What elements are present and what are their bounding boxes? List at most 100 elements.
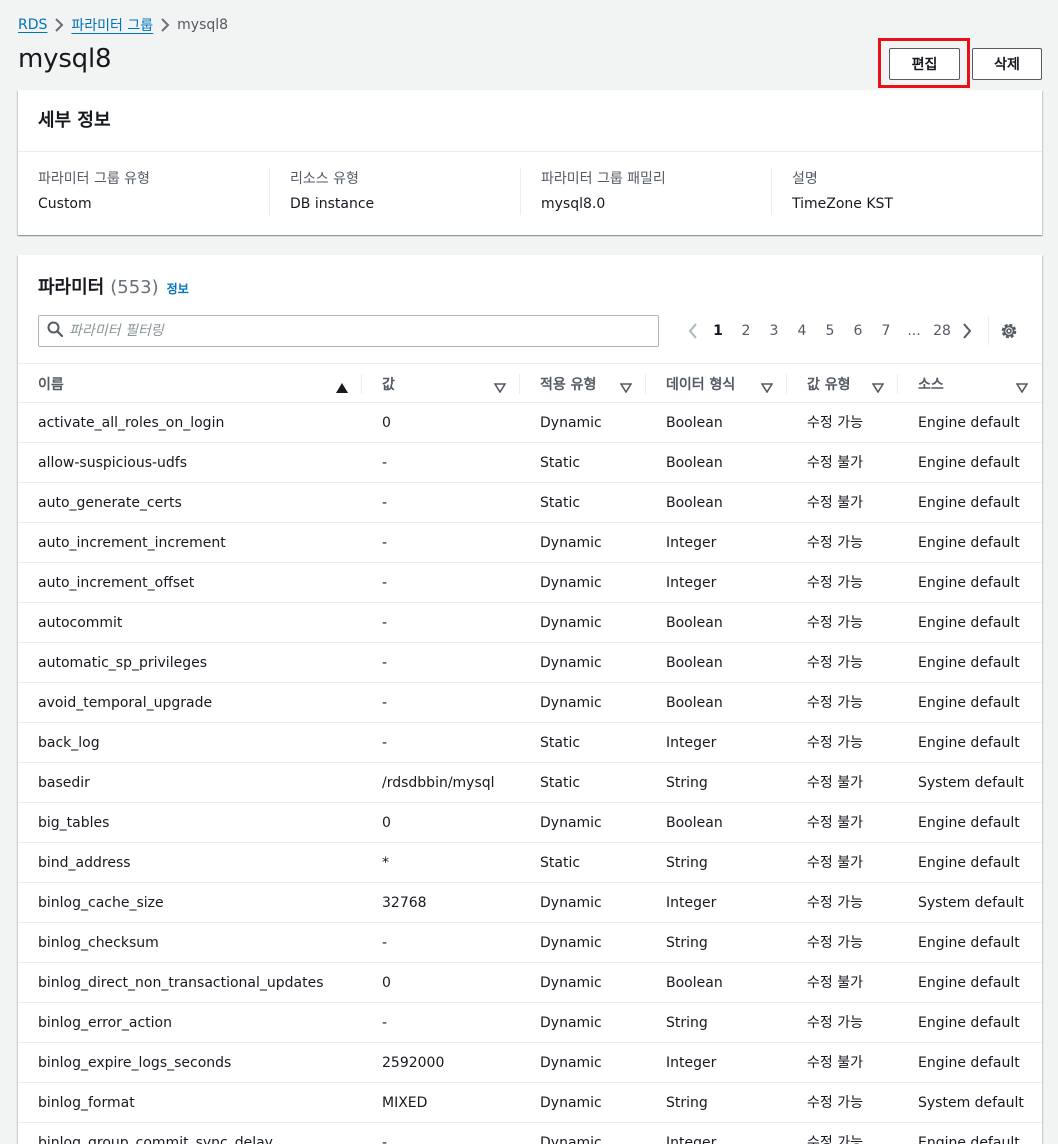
cell-value-type: 수정 가능 — [807, 1135, 863, 1144]
cell-value-type: 수정 불가 — [807, 455, 863, 471]
cell-apply-type: Dynamic — [540, 895, 602, 911]
page-2[interactable]: 2 — [732, 323, 760, 339]
table-header: 이름 값 적용 유형 데이터 형식 값 유형 소스 — [18, 363, 1042, 403]
cell-source: Engine default — [918, 735, 1020, 751]
column-header-data-type[interactable]: 데이터 형식 — [666, 364, 735, 404]
page-title: mysql8 — [18, 44, 112, 74]
cell-value-type: 수정 가능 — [807, 1095, 863, 1111]
cell-name: binlog_expire_logs_seconds — [38, 1055, 232, 1071]
page-6[interactable]: 6 — [844, 323, 872, 339]
table-row[interactable]: avoid_temporal_upgrade - Dynamic Boolean 수정 … — [18, 683, 1042, 723]
breadcrumb-link-parameter-groups[interactable]: 파라미터 그룹 — [71, 15, 153, 35]
cell-name: binlog_error_action — [38, 1015, 172, 1031]
table-row[interactable]: auto_increment_increment - Dynamic Integer 수… — [18, 523, 1042, 563]
table-row[interactable]: allow-suspicious-udfs - Static Boolean 수정 불가… — [18, 443, 1042, 483]
table-row[interactable]: binlog_group_commit_sync_delay - Dynamic In… — [18, 1123, 1042, 1144]
cell-apply-type: Static — [540, 455, 581, 471]
cell-value-type: 수정 가능 — [807, 935, 863, 951]
cell-value-type: 수정 가능 — [807, 895, 863, 911]
chevron-right-icon — [153, 14, 177, 36]
info-link[interactable]: 정보 — [167, 280, 189, 297]
sort-caret-down-icon[interactable] — [760, 378, 774, 397]
delete-button[interactable]: 삭제 — [972, 48, 1042, 80]
previous-page-icon[interactable] — [682, 315, 704, 347]
column-divider — [786, 374, 787, 394]
cell-data-type: Integer — [666, 1135, 717, 1144]
table-row[interactable]: basedir/rdsdbbin/mysql Static String 수정 불가 S… — [18, 763, 1042, 803]
cell-source: Engine default — [918, 975, 1020, 991]
gear-icon[interactable] — [999, 321, 1019, 341]
detail-label: 설명 — [791, 171, 818, 187]
cell-name: binlog_checksum — [38, 935, 159, 951]
column-header-apply-type[interactable]: 적용 유형 — [540, 364, 596, 404]
cell-value: * — [382, 855, 389, 871]
column-divider — [361, 374, 362, 394]
cell-source: Engine default — [918, 495, 1020, 511]
cell-name: binlog_direct_non_transactional_updates — [38, 975, 324, 991]
cell-apply-type: Dynamic — [540, 1095, 602, 1111]
cell-source: Engine default — [918, 615, 1020, 631]
cell-source: Engine default — [918, 815, 1020, 831]
table-row[interactable]: bind_address * Static String 수정 불가 Engine def… — [18, 843, 1042, 883]
table-row[interactable]: binlog_expire_logs_seconds 2592000 Dynamic… — [18, 1043, 1042, 1083]
sort-caret-down-icon[interactable] — [493, 378, 507, 397]
page-4[interactable]: 4 — [788, 323, 816, 339]
cell-value-type: 수정 가능 — [807, 1015, 863, 1031]
cell-data-type: String — [666, 855, 708, 871]
sort-ascending-icon[interactable] — [336, 378, 348, 397]
cell-name: activate_all_roles_on_login — [38, 415, 225, 431]
table-row[interactable]: automatic_sp_privileges - Dynamic Boolean 수정… — [18, 643, 1042, 683]
page-28[interactable]: 28 — [928, 323, 956, 339]
page-7[interactable]: 7 — [872, 323, 900, 339]
cell-value-type: 수정 불가 — [807, 855, 863, 871]
table-row[interactable]: auto_increment_offset - Dynamic Integer 수정 가… — [18, 563, 1042, 603]
cell-value: - — [382, 615, 388, 631]
breadcrumb-current: mysql8 — [177, 17, 229, 33]
sort-caret-down-icon[interactable] — [619, 378, 633, 397]
cell-source: Engine default — [918, 1055, 1020, 1071]
table-row[interactable]: binlog_cache_size 32768 Dynamic Integer 수정 가… — [18, 883, 1042, 923]
table-row[interactable]: activate_all_roles_on_login 0 Dynamic Boole… — [18, 403, 1042, 443]
table-row[interactable]: binlog_checksum - Dynamic String 수정 가능 Engine… — [18, 923, 1042, 963]
cell-name: bind_address — [38, 855, 131, 871]
table-row[interactable]: binlog_direct_non_transactional_updates 0… — [18, 963, 1042, 1003]
cell-apply-type: Dynamic — [540, 935, 602, 951]
table-row[interactable]: big_tables 0 Dynamic Boolean 수정 불가 Engine def… — [18, 803, 1042, 843]
page-3[interactable]: 3 — [760, 323, 788, 339]
cell-apply-type: Dynamic — [540, 815, 602, 831]
page-5[interactable]: 5 — [816, 323, 844, 339]
column-header-name[interactable]: 이름 — [38, 364, 64, 404]
cell-name: auto_increment_increment — [38, 535, 226, 551]
column-header-value[interactable]: 값 — [382, 364, 395, 404]
sort-caret-down-icon[interactable] — [871, 378, 885, 397]
filter-input[interactable] — [69, 323, 629, 339]
page-ellipsis: ... — [907, 323, 921, 339]
sort-caret-down-icon[interactable] — [1015, 378, 1029, 397]
column-header-value-type[interactable]: 값 유형 — [807, 364, 851, 404]
next-page-icon[interactable] — [956, 315, 978, 347]
parameters-panel: 파라미터 (553) 정보 1 2 3 4 5 6 7 ... 28 — [18, 255, 1042, 1144]
edit-button[interactable]: 편집 — [889, 48, 960, 80]
table-row[interactable]: autocommit - Dynamic Boolean 수정 가능 Engine def… — [18, 603, 1042, 643]
page-1[interactable]: 1 — [704, 323, 732, 339]
table-row[interactable]: back_log - Static Integer 수정 가능 Engine defaul… — [18, 723, 1042, 763]
cell-data-type: Integer — [666, 895, 717, 911]
column-header-source[interactable]: 소스 — [918, 364, 944, 404]
cell-value: - — [382, 455, 388, 471]
table-row[interactable]: binlog_error_action - Dynamic String 수정 가능 En… — [18, 1003, 1042, 1043]
breadcrumb-link-rds[interactable]: RDS — [18, 17, 47, 33]
cell-value-type: 수정 가능 — [807, 415, 863, 431]
cell-source: Engine default — [918, 1135, 1020, 1144]
parameters-header: 파라미터 (553) 정보 — [38, 273, 189, 299]
cell-value-type: 수정 불가 — [807, 975, 863, 991]
cell-name: back_log — [38, 735, 100, 751]
cell-value-type: 수정 가능 — [807, 735, 863, 751]
table-row[interactable]: binlog_format MIXED Dynamic String 수정 가능 Syst… — [18, 1083, 1042, 1123]
cell-name: auto_increment_offset — [38, 575, 195, 591]
table-row[interactable]: auto_generate_certs - Static Boolean 수정 불가 En… — [18, 483, 1042, 523]
cell-data-type: Integer — [666, 535, 717, 551]
filter-box — [38, 315, 659, 347]
cell-data-type: Integer — [666, 735, 717, 751]
cell-value-type: 수정 불가 — [807, 1055, 863, 1071]
cell-value: - — [382, 1135, 388, 1144]
